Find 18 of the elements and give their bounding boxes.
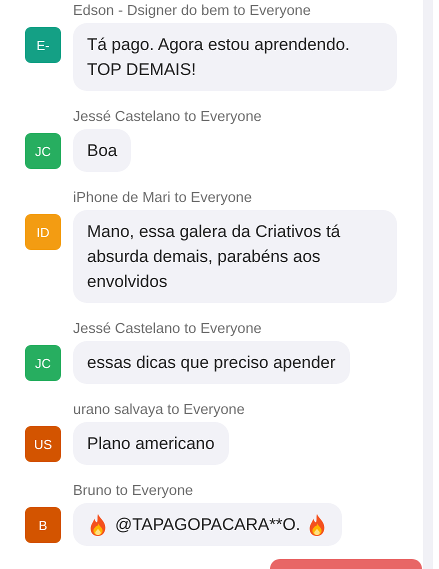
avatar: E- [25, 27, 61, 63]
message-text: Mano, essa galera da Criativos tá absurda demais, parabéns aos envolvidos [87, 221, 342, 293]
avatar: JC [25, 345, 61, 381]
sender-name: urano salvaya to Everyone [73, 401, 246, 420]
sender-name: Edson - Dsigner do bem to Everyone [73, 2, 312, 21]
message-text: Tá pago. Agora estou aprendendo. TOP DEMAIS! [87, 34, 351, 81]
message-text: Boa [87, 140, 118, 162]
sender-name: Jessé Castelano to Everyone [73, 108, 263, 127]
avatar: ID [25, 214, 61, 250]
sender-name: Bruno to Everyone [73, 482, 194, 501]
sender-name: Jessé Castelano to Everyone [73, 320, 263, 339]
message-text: essas dicas que preciso apender [87, 352, 336, 374]
message-text: @TAPAGOPACARA**O. [115, 514, 300, 536]
message-text: Plano americano [87, 433, 215, 455]
avatar: US [25, 426, 61, 462]
avatar: JC [25, 133, 61, 169]
avatar: B [25, 507, 61, 543]
sender-name: iPhone de Mari to Everyone [73, 189, 253, 208]
